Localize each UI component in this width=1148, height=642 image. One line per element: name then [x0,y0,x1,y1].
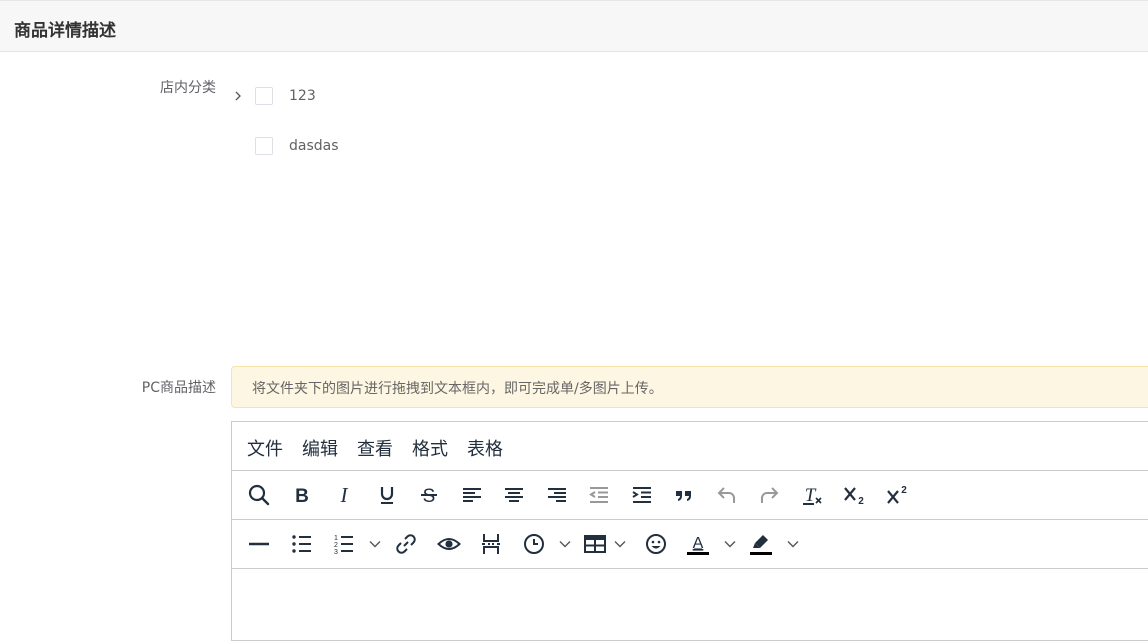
emoji-icon[interactable] [643,532,669,556]
underline-icon[interactable] [374,483,400,507]
category-checkbox[interactable] [255,137,273,155]
editor-toolbar-secondary: 123 A [232,520,1148,569]
text-color-icon[interactable]: A [685,532,711,556]
indent-icon[interactable] [629,483,655,507]
svg-text:2: 2 [858,496,864,507]
svg-text:T: T [805,485,817,506]
notice-text: 将文件夹下的图片进行拖拽到文本框内，即可完成单/多图片上传。 [252,381,663,397]
svg-text:B: B [295,486,309,507]
superscript-icon[interactable]: 2 [884,483,910,507]
svg-text:I: I [340,483,349,507]
outdent-icon[interactable] [586,483,612,507]
bold-icon[interactable]: B [289,483,315,507]
align-center-icon[interactable] [501,483,527,507]
section-header: 商品详情描述 [0,0,1148,52]
svg-text:S: S [423,486,436,507]
link-icon[interactable] [393,532,419,556]
section-title: 商品详情描述 [14,21,116,41]
align-right-icon[interactable] [544,483,570,507]
menu-edit[interactable]: 编辑 [302,435,338,461]
editor-content-area[interactable] [232,568,1148,642]
description-label: PC商品描述 [141,380,216,396]
svg-text:3: 3 [334,549,338,556]
menu-file[interactable]: 文件 [247,435,283,461]
highlight-color-icon[interactable] [748,532,774,556]
svg-text:2: 2 [334,542,338,549]
align-left-icon[interactable] [459,483,485,507]
category-name: 123 [289,88,316,104]
redo-icon[interactable] [756,483,782,507]
chevron-down-icon[interactable] [558,536,572,550]
category-checkbox[interactable] [255,87,273,105]
rich-text-editor: 文件 编辑 查看 格式 表格 B I S T 2 2 1 2 3 A [231,421,1148,641]
upload-notice: 将文件夹下的图片进行拖拽到文本框内，即可完成单/多图片上传。 [231,366,1148,408]
search-icon[interactable] [246,483,272,507]
category-name: dasdas [289,138,339,154]
strikethrough-icon[interactable]: S [416,483,442,507]
chevron-down-icon[interactable] [613,536,627,550]
menu-format[interactable]: 格式 [412,435,448,461]
menu-view[interactable]: 查看 [357,435,393,461]
editor-menubar: 文件 编辑 查看 格式 表格 [232,422,1148,471]
undo-icon[interactable] [714,483,740,507]
blockquote-icon[interactable] [671,483,697,507]
tree-node[interactable]: dasdas [232,134,339,158]
page-break-icon[interactable] [478,532,504,556]
chevron-down-icon[interactable] [723,536,737,550]
chevron-right-icon[interactable] [232,84,244,108]
numbered-list-icon[interactable]: 123 [331,532,357,556]
preview-icon[interactable] [436,532,462,556]
tree-node[interactable]: 123 [232,84,316,108]
subscript-icon[interactable]: 2 [841,483,867,507]
svg-text:1: 1 [334,535,338,542]
editor-toolbar-primary: B I S T 2 2 [232,471,1148,520]
remove-format-icon[interactable]: T [799,483,825,507]
category-label: 店内分类 [160,80,216,96]
table-icon[interactable] [582,532,608,556]
chevron-down-icon[interactable] [368,536,382,550]
menu-table[interactable]: 表格 [467,435,503,461]
bullet-list-icon[interactable] [289,532,315,556]
chevron-down-icon[interactable] [786,536,800,550]
insert-time-icon[interactable] [521,532,547,556]
horizontal-line-icon[interactable] [246,532,272,556]
svg-text:2: 2 [901,485,907,496]
italic-icon[interactable]: I [331,483,357,507]
